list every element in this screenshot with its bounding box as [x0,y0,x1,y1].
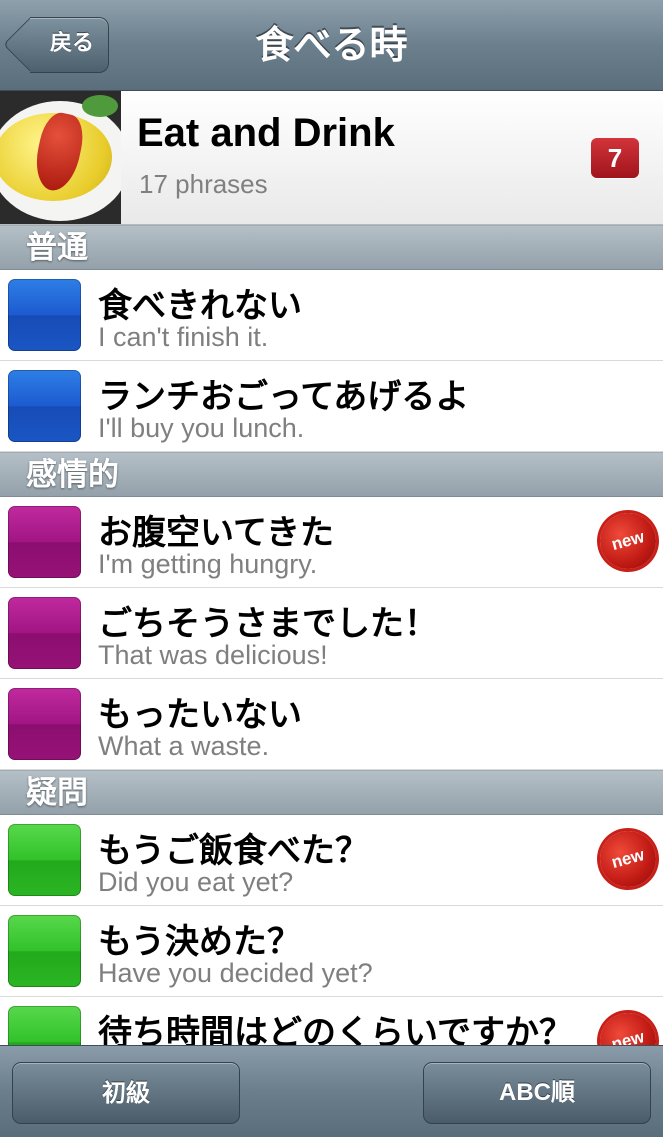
phrase-japanese: 待ち時間はどのくらいですか？ [98,1013,573,1045]
section-header-normal: 普通 [0,225,663,270]
category-color-square [8,1006,81,1045]
list-item[interactable]: もったいない What a waste. [0,679,663,770]
phrase-japanese: もう決めた？ [98,922,301,962]
category-color-square [8,915,81,987]
omurice-thumbnail-image [0,91,121,224]
count-badge: 7 [591,138,639,178]
phrase-japanese: ごちそうさまでした！ [98,604,438,644]
phrase-english: What a waste. [98,731,270,761]
category-color-square [8,688,81,760]
new-badge-icon: new [593,824,663,894]
phrase-japanese: もうご飯食べた？ [98,831,369,871]
category-title: Eat and Drink [137,111,395,155]
phrase-english: That was delicious! [98,640,328,670]
phrase-list[interactable]: 普通 食べきれない I can't finish it. ランチおごってあげるよ… [0,225,663,1045]
phrase-english: I can't finish it. [98,322,269,352]
level-filter-button[interactable]: 初級 [12,1062,240,1124]
category-color-square [8,506,81,578]
phrase-japanese: ランチおごってあげるよ [98,377,470,417]
phrase-english: I'll buy you lunch. [98,413,305,443]
phrase-english: Did you eat yet? [98,867,294,897]
list-item[interactable]: お腹空いてきた I'm getting hungry. new [0,497,663,588]
list-item[interactable]: ランチおごってあげるよ I'll buy you lunch. [0,361,663,452]
category-color-square [8,597,81,669]
bottom-toolbar: 初級 ABC順 [0,1045,663,1137]
navigation-bar: 戻る 食べる時 [0,0,663,91]
list-item[interactable]: 食べきれない I can't finish it. [0,270,663,361]
category-color-square [8,370,81,442]
phrase-count: 17 phrases [139,169,268,199]
phrase-japanese: 食べきれない [98,286,302,326]
list-item[interactable]: ごちそうさまでした！ That was delicious! [0,588,663,679]
phrase-japanese: もったいない [98,695,302,735]
category-header: Eat and Drink 17 phrases 7 [0,91,663,225]
phrase-japanese: お腹空いてきた [98,513,334,553]
new-badge-icon: new [593,1006,663,1045]
list-item[interactable]: もうご飯食べた？ Did you eat yet? new [0,815,663,906]
category-color-square [8,279,81,351]
sort-abc-button[interactable]: ABC順 [423,1062,651,1124]
new-badge-icon: new [593,506,663,576]
section-header-question: 疑問 [0,770,663,815]
list-item[interactable]: もう決めた？ Have you decided yet? [0,906,663,997]
phrase-english: I'm getting hungry. [98,549,318,579]
list-item[interactable]: 待ち時間はどのくらいですか？ new [0,997,663,1045]
category-color-square [8,824,81,896]
phrase-english: Have you decided yet? [98,958,373,988]
section-header-emotional: 感情的 [0,452,663,497]
page-title: 食べる時 [255,23,408,67]
